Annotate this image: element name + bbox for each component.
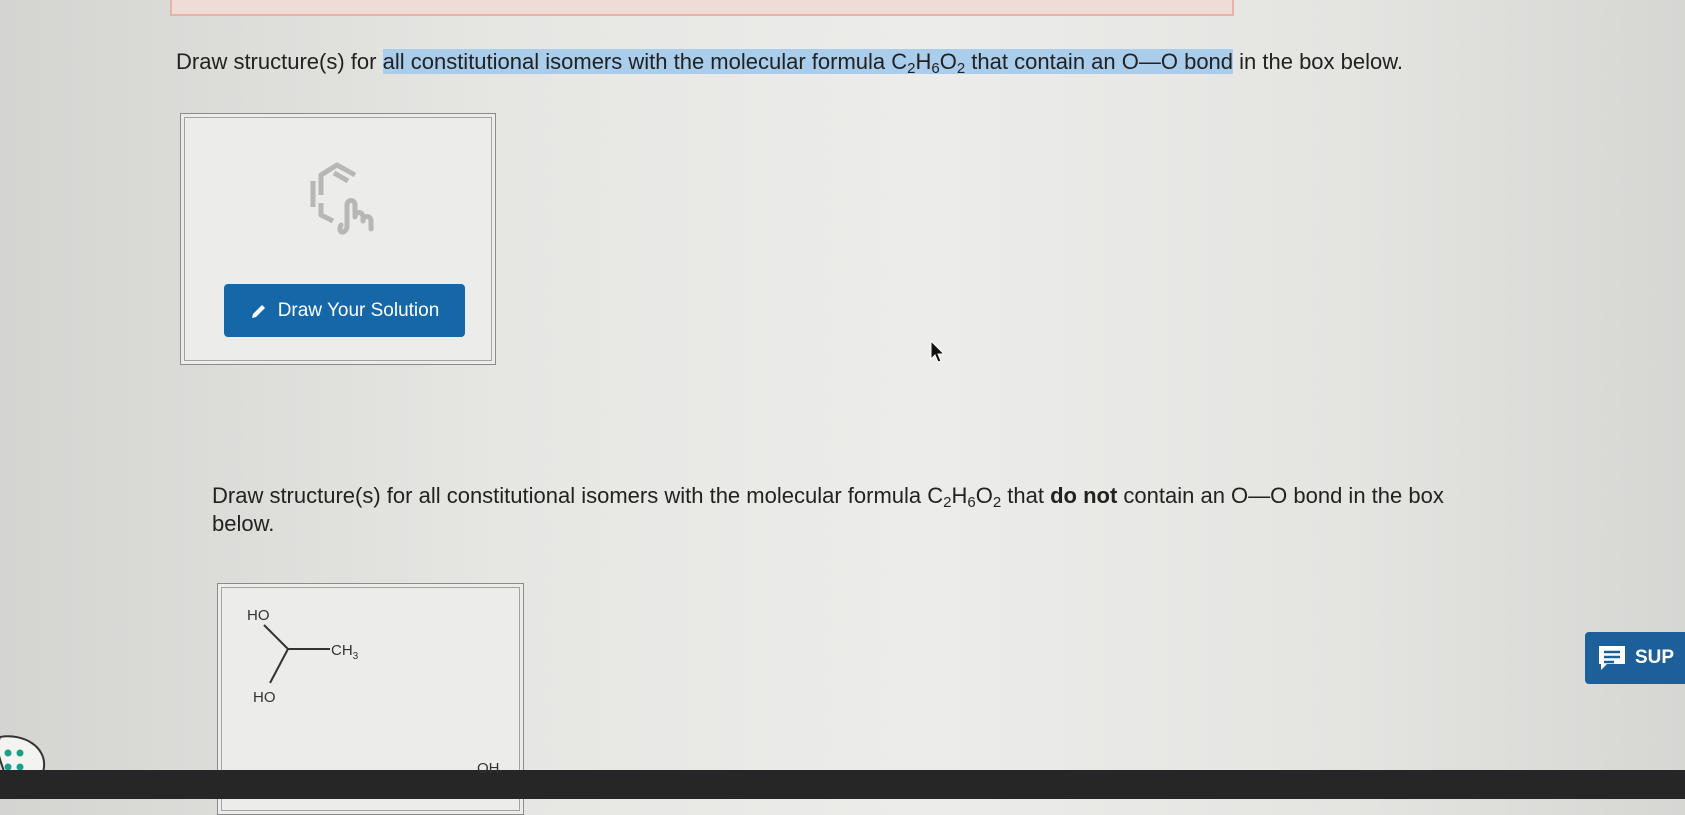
molecule-drawing: HO HO CH3 OH — [247, 607, 500, 775]
question-2-text: Draw structure(s) for all constitutional… — [212, 483, 1444, 536]
ch3-label: CH3 — [331, 642, 359, 662]
draw-your-solution-button[interactable]: Draw Your Solution — [224, 284, 465, 337]
pencil-icon — [251, 304, 265, 318]
support-button[interactable]: SUP — [1585, 632, 1685, 684]
oh-label: OH — [477, 760, 500, 775]
draw-button-label: Draw Your Solution — [277, 299, 440, 321]
mouse-cursor-icon — [930, 340, 946, 363]
ho-bottom-label: HO — [253, 689, 276, 706]
chat-icon — [1599, 646, 1625, 670]
support-label: SUP — [1635, 647, 1675, 668]
top-panel-edge — [170, 0, 1234, 16]
ho-top-label: HO — [247, 607, 270, 624]
question-1-text: Draw structure(s) for all constitutional… — [176, 49, 1404, 77]
draw-structure-icon — [310, 162, 374, 235]
text-selection: all constitutional isomers with the mole… — [382, 49, 1234, 77]
